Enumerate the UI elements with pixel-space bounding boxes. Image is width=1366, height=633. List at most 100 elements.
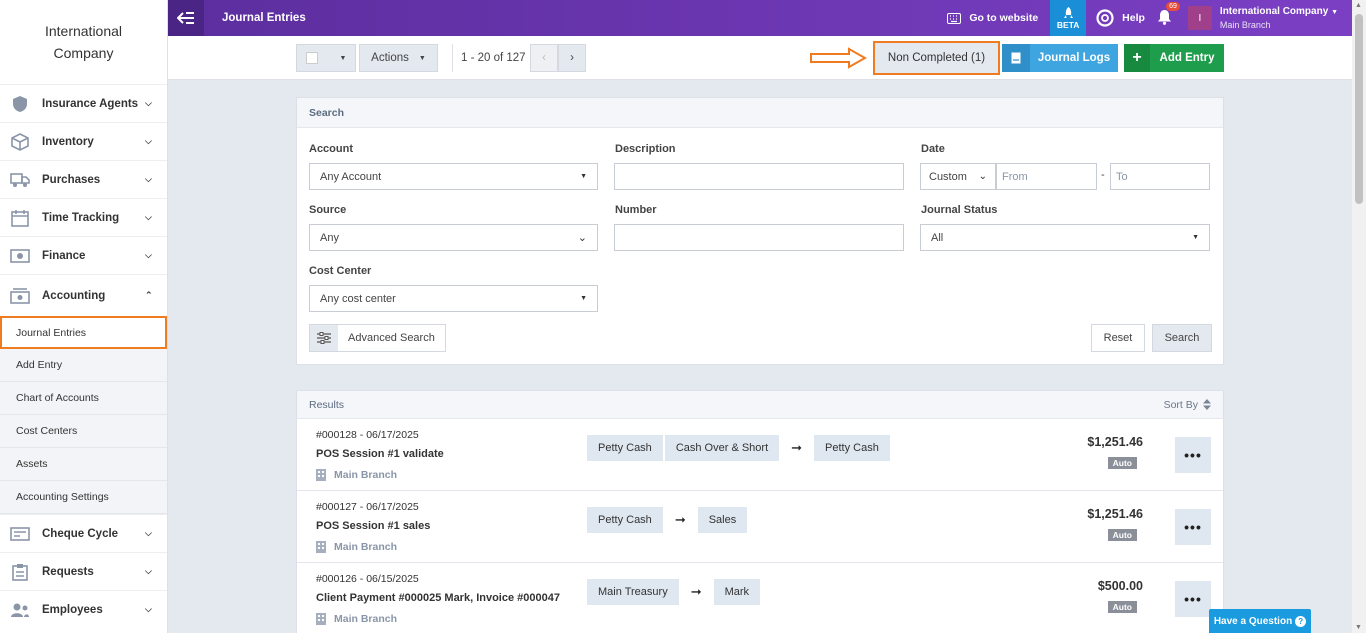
user-menu[interactable]: International Company ▼ Main Branch: [1220, 6, 1338, 31]
entry-amount: $500.00: [1097, 579, 1143, 593]
date-label: Date: [921, 143, 945, 155]
sidebar-item-purchases[interactable]: Purchases ⌵: [0, 160, 167, 198]
beta-button[interactable]: BETA: [1050, 0, 1087, 36]
sidebar-subitem-accounting-settings[interactable]: Accounting Settings: [0, 481, 167, 514]
sidebar-item-time-tracking[interactable]: Time Tracking ⌵: [0, 198, 167, 236]
actions-label: Actions: [371, 52, 409, 64]
users-icon: [10, 600, 30, 620]
brand-name: International Company: [0, 0, 167, 84]
from-account-chip: Petty Cash: [587, 435, 663, 461]
date-to-input[interactable]: To: [1110, 163, 1210, 190]
chevron-down-icon: ⌵: [145, 98, 152, 108]
source-value: Any: [320, 231, 339, 244]
description-input[interactable]: [614, 163, 904, 190]
chevron-down-icon: ⌵: [145, 528, 152, 538]
go-to-website-label: Go to website: [969, 12, 1039, 24]
collapse-sidebar-button[interactable]: [168, 0, 204, 36]
sidebar: International Company Insurance Agents ⌵ …: [0, 0, 168, 633]
brand-line-1: International: [44, 23, 123, 39]
sidebar-item-cheque-cycle[interactable]: Cheque Cycle ⌵: [0, 514, 167, 552]
entry-description[interactable]: POS Session #1 sales: [316, 520, 430, 532]
brand-line-2: Company: [53, 45, 114, 61]
sidebar-item-insurance-agents[interactable]: Insurance Agents ⌵: [0, 84, 167, 122]
entry-branch-label: Main Branch: [334, 541, 398, 553]
sort-by-button[interactable]: Sort By: [1164, 399, 1211, 411]
ellipsis-icon: •••: [1184, 447, 1202, 463]
actions-dropdown[interactable]: Actions ▼: [359, 44, 438, 72]
search-button[interactable]: Search: [1152, 324, 1212, 352]
source-select[interactable]: Any ⌄: [309, 224, 598, 251]
sidebar-item-label: Insurance Agents: [42, 97, 139, 110]
beta-label: BETA: [1056, 19, 1080, 30]
from-account-chip: Cash Over & Short: [664, 435, 780, 461]
sidebar-subitem-journal-entries[interactable]: Journal Entries: [0, 316, 167, 349]
more-options-button[interactable]: •••: [1175, 509, 1211, 545]
sidebar-subitem-add-entry[interactable]: Add Entry: [0, 349, 167, 382]
date-from-placeholder: From: [1002, 170, 1028, 183]
account-value: Any Account: [320, 170, 382, 183]
sidebar-item-accounting[interactable]: Accounting ⌃: [0, 274, 167, 316]
shield-icon: [10, 94, 30, 114]
avatar[interactable]: I: [1187, 6, 1212, 30]
user-name: International Company: [1219, 5, 1329, 17]
search-panel: Search Account Any Account ▼ Description …: [296, 97, 1224, 365]
add-entry-button[interactable]: + Add Entry: [1124, 44, 1224, 72]
scroll-up-icon[interactable]: ▲: [1355, 2, 1362, 9]
sort-icon: [1203, 399, 1211, 410]
go-to-website-link[interactable]: Go to website: [947, 12, 1038, 24]
sidebar-item-label: Finance: [42, 249, 86, 262]
chevron-down-icon: ⌵: [145, 604, 152, 614]
top-bar: Journal Entries Go to website BETA Help …: [168, 0, 1352, 36]
sidebar-item-employees[interactable]: Employees ⌵: [0, 590, 167, 628]
journal-entry-row[interactable]: #000126 - 06/15/2025 Client Payment #000…: [297, 563, 1223, 633]
cost-center-select[interactable]: Any cost center ▼: [309, 285, 598, 312]
date-from-input[interactable]: From: [996, 163, 1097, 190]
scroll-down-icon[interactable]: ▼: [1355, 624, 1362, 631]
results-header: Results Sort By: [297, 391, 1223, 419]
caret-down-icon: ▼: [580, 295, 587, 302]
journal-entry-row[interactable]: #000127 - 06/17/2025 POS Session #1 sale…: [297, 491, 1223, 563]
date-mode-select[interactable]: Custom ⌄: [920, 163, 996, 190]
journal-status-value: All: [931, 231, 944, 244]
clipboard-icon: [10, 562, 30, 582]
prev-page-button[interactable]: ‹: [530, 44, 558, 72]
scrollbar-thumb[interactable]: [1355, 14, 1363, 204]
journal-status-label: Journal Status: [921, 204, 998, 216]
number-input[interactable]: [614, 224, 904, 251]
pagination-info: 1 - 20 of 127: [461, 52, 526, 64]
source-label: Source: [309, 204, 347, 216]
select-all-checkbox[interactable]: [305, 52, 318, 64]
arrow-right-annotation-icon: [810, 47, 867, 69]
journal-entry-row[interactable]: #000128 - 06/17/2025 POS Session #1 vali…: [297, 419, 1223, 491]
account-select[interactable]: Any Account ▼: [309, 163, 598, 190]
notifications-button[interactable]: 69: [1157, 1, 1180, 28]
date-to-placeholder: To: [1116, 170, 1128, 183]
sidebar-subitem-chart-of-accounts[interactable]: Chart of Accounts: [0, 382, 167, 415]
advanced-search-button[interactable]: Advanced Search: [309, 324, 446, 352]
more-options-button[interactable]: •••: [1175, 581, 1211, 617]
journal-status-select[interactable]: All ▼: [920, 224, 1210, 251]
entry-description[interactable]: Client Payment #000025 Mark, Invoice #00…: [316, 592, 560, 604]
accounting-icon: [10, 286, 30, 306]
sidebar-item-inventory[interactable]: Inventory ⌵: [0, 122, 167, 160]
page-scrollbar[interactable]: ▲ ▼: [1352, 0, 1366, 633]
help-link[interactable]: Help: [1096, 9, 1145, 27]
ellipsis-icon: •••: [1184, 591, 1202, 607]
next-page-button[interactable]: ›: [558, 44, 586, 72]
chevron-down-icon: ⌵: [145, 174, 152, 184]
have-a-question-button[interactable]: Have a Question ?: [1209, 609, 1311, 633]
entry-description[interactable]: POS Session #1 validate: [316, 448, 444, 460]
select-all-dropdown[interactable]: ▼: [296, 44, 356, 72]
sidebar-item-finance[interactable]: Finance ⌵: [0, 236, 167, 274]
sidebar-subitem-cost-centers[interactable]: Cost Centers: [0, 415, 167, 448]
caret-down-icon: ▼: [1331, 8, 1338, 16]
caret-down-icon: ▼: [1192, 234, 1199, 241]
sidebar-subitem-assets[interactable]: Assets: [0, 448, 167, 481]
non-completed-button[interactable]: Non Completed (1): [873, 41, 1000, 75]
journal-logs-button[interactable]: Journal Logs: [1002, 44, 1118, 72]
entry-branch: Main Branch: [316, 613, 397, 625]
sidebar-item-requests[interactable]: Requests ⌵: [0, 552, 167, 590]
book-icon: [1002, 44, 1030, 72]
more-options-button[interactable]: •••: [1175, 437, 1211, 473]
reset-button[interactable]: Reset: [1091, 324, 1145, 352]
